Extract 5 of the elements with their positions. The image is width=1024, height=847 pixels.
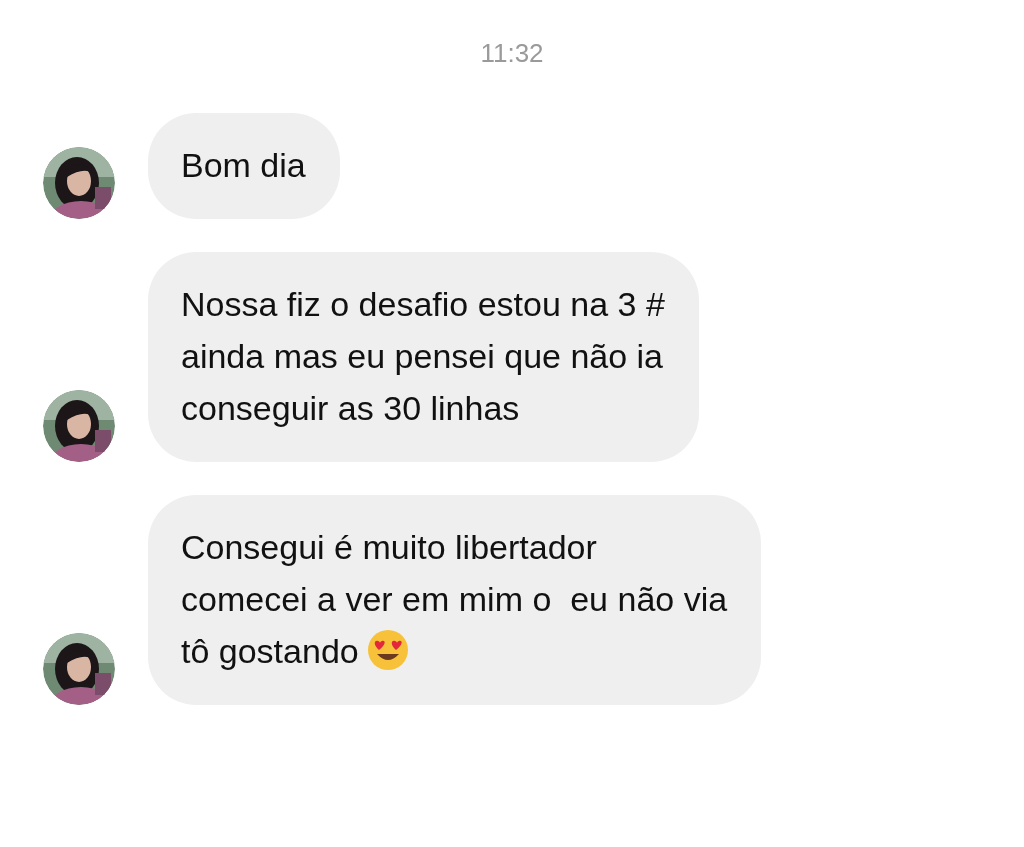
message-bubble: Nossa fiz o desafio estou na 3 # ainda mas eu pensei que não ia conseguir as 30 linhas xyxy=(148,252,699,462)
heart-eyes-emoji-icon xyxy=(366,629,409,671)
message-bubble: Consegui é muito libertador comecei a ver em mim o eu não via tô gostando xyxy=(148,495,762,705)
timestamp: 11:32 xyxy=(480,38,544,69)
message-bubble: Bom dia xyxy=(148,113,340,219)
